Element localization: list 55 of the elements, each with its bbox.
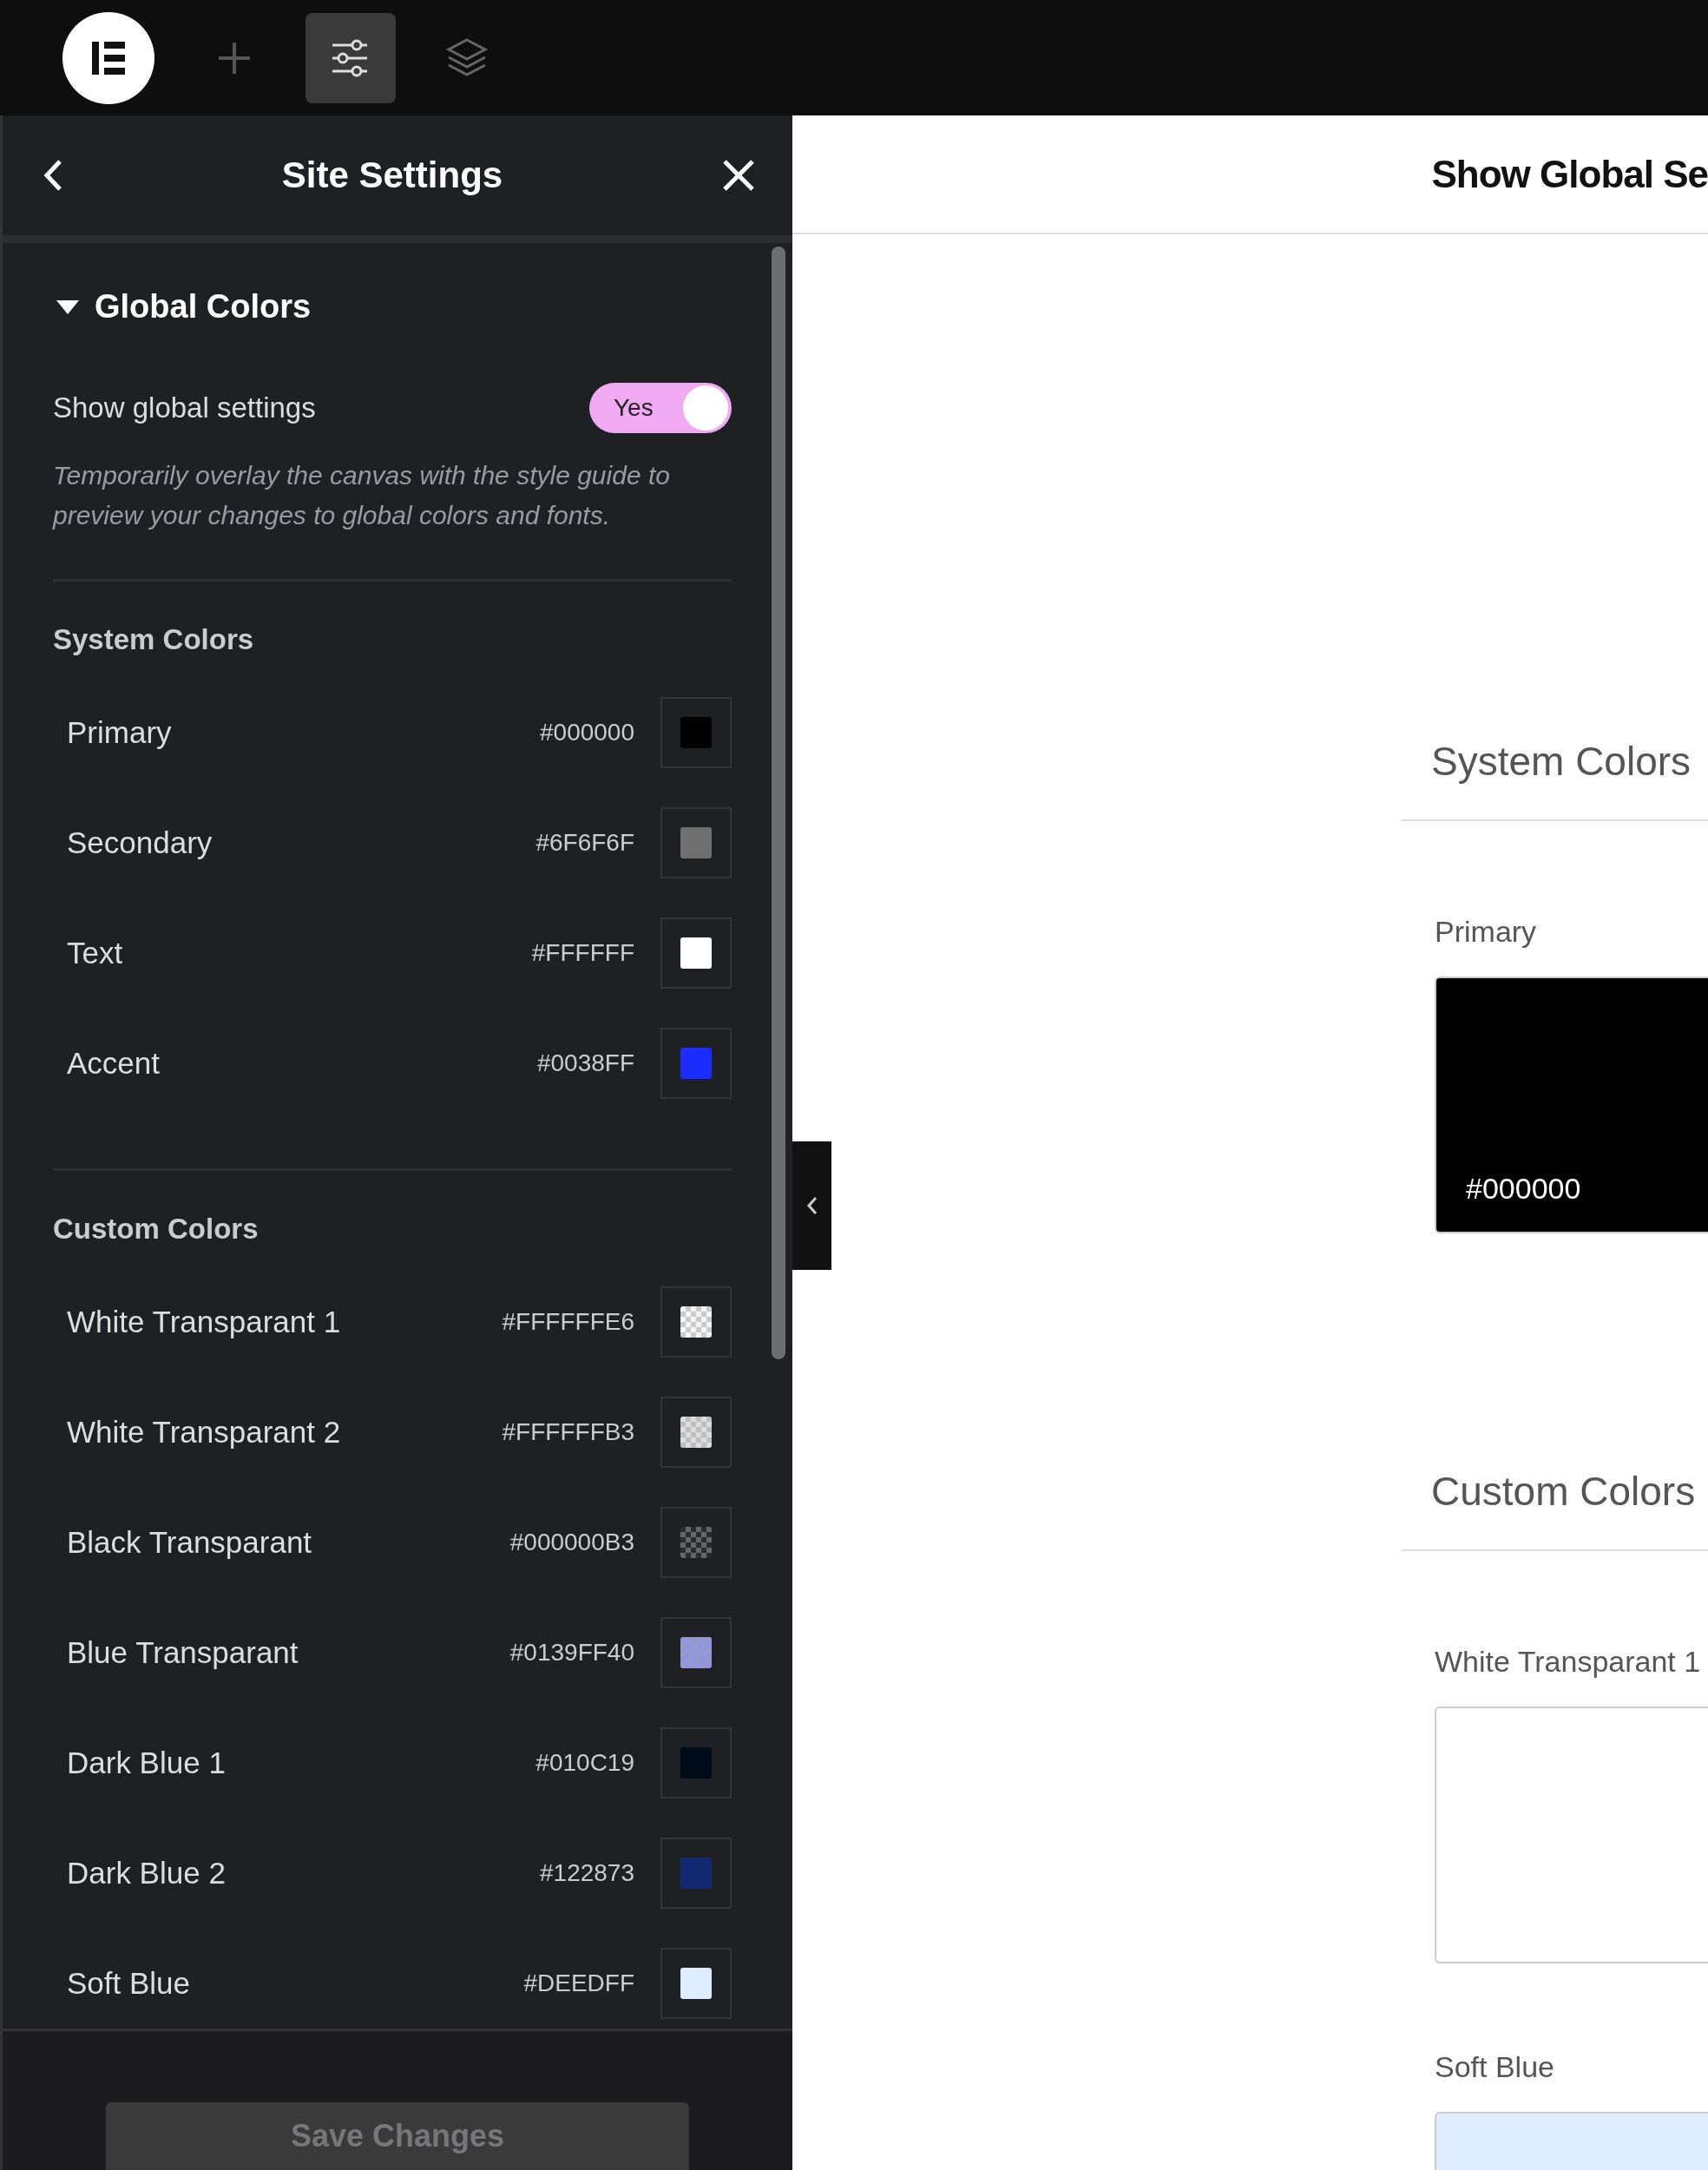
hex-value: #DEEDFF (523, 1969, 634, 1997)
color-name: White Transparant 2 (67, 1414, 342, 1450)
color-name: White Transparant 1 (67, 1304, 342, 1339)
hex-value: #6F6F6F (535, 828, 634, 857)
color-name: Secondary (67, 825, 214, 860)
group-title: System Colors (1402, 738, 1708, 821)
hex-value: #000000 (1466, 1172, 1581, 1206)
toggle-switch[interactable]: Yes (589, 383, 732, 433)
color-name: Primary (1435, 915, 1538, 949)
scrollbar-thumb[interactable] (772, 247, 785, 1359)
settings-button[interactable] (305, 12, 396, 103)
hex-value: #FFFFFFE6 (502, 1307, 634, 1336)
canvas-title: Show Global Se (1431, 152, 1708, 196)
color-name: Soft Blue (1435, 2050, 1555, 2084)
hex-value: #0038FF (536, 1049, 634, 1077)
color-swatch[interactable] (660, 696, 732, 768)
hex-value: #010C19 (535, 1748, 634, 1777)
color-swatch[interactable] (660, 1947, 732, 2019)
color-name: Soft Blue (67, 1965, 192, 2001)
group-title: Custom Colors (53, 1213, 259, 1246)
description-text: Temporarily overlay the canvas with the style guide to preview your changes to global colors and fonts. (53, 456, 732, 582)
color-name: Accent (67, 1045, 161, 1081)
hex-value: #0139FF40 (509, 1638, 634, 1667)
hex-value: #000000B3 (509, 1528, 634, 1556)
color-swatch[interactable] (660, 917, 732, 989)
hex-value: #FFFFFFB3 (502, 1417, 634, 1446)
color-swatch[interactable] (660, 1837, 732, 1909)
hex-value: #122873 (540, 1858, 634, 1887)
setting-label: Show global settings (53, 391, 316, 424)
back-icon (43, 158, 63, 193)
color-swatch[interactable] (660, 1286, 732, 1358)
hex-value: #000000 (540, 718, 634, 746)
group-title: Custom Colors (1402, 1468, 1708, 1551)
color-name: Dark Blue 1 (67, 1745, 227, 1780)
color-swatch[interactable] (660, 1027, 732, 1099)
caret-icon (56, 299, 79, 314)
color-swatch[interactable] (660, 1396, 732, 1468)
color-name: Primary (67, 714, 173, 750)
section-header[interactable]: Global Colors (53, 243, 312, 326)
back-button[interactable] (43, 158, 63, 193)
color-swatch[interactable] (660, 806, 732, 878)
group-title: System Colors (53, 623, 255, 656)
color-swatch[interactable] (660, 1726, 732, 1798)
color-name: Blue Transparant (67, 1634, 299, 1670)
close-icon (721, 158, 756, 193)
color-name: Text (67, 935, 124, 970)
color-name: White Transparant 1 (1435, 1645, 1702, 1679)
chevron-left-icon (805, 1195, 818, 1216)
color-swatch[interactable] (660, 1506, 732, 1578)
close-button[interactable] (721, 158, 756, 193)
hex-value: #FFFFFF (531, 938, 634, 967)
color-name: Dark Blue 2 (67, 1855, 227, 1891)
color-name: Black Transparant (67, 1524, 313, 1560)
panel-title: Site Settings (281, 155, 503, 196)
color-swatch[interactable] (660, 1616, 732, 1688)
